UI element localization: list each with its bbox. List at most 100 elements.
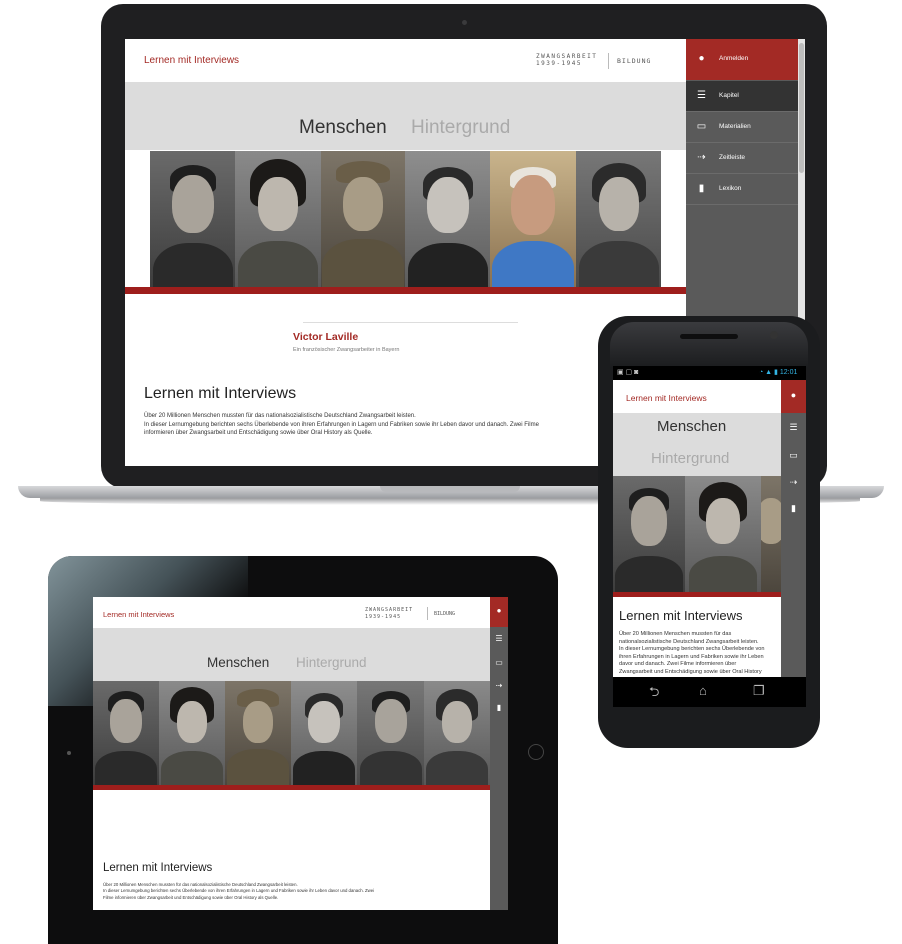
login-label: Anmelden bbox=[719, 55, 749, 62]
sidebar-item-label: Materialien bbox=[719, 123, 751, 130]
intro-text: Über 20 Millionen Menschen mussten für d… bbox=[103, 882, 383, 901]
intro-line1: Über 20 Millionen Menschen mussten für d… bbox=[619, 631, 759, 645]
sidebar-item-zeitleiste[interactable]: ⇢ Zeitleiste bbox=[686, 143, 798, 174]
menu-icon[interactable]: ☰ bbox=[781, 422, 806, 433]
featured-divider bbox=[303, 322, 518, 323]
logo-divider bbox=[427, 607, 428, 620]
scrollbar-thumb[interactable] bbox=[799, 43, 804, 173]
sidebar-item-label: Lexikon bbox=[719, 185, 742, 192]
logo-section-label: BILDUNG bbox=[434, 611, 456, 617]
portrait-strip bbox=[150, 151, 661, 287]
login-button[interactable]: ● Anmelden bbox=[686, 39, 798, 80]
laptop-notch bbox=[380, 486, 520, 492]
portrait-woman-1[interactable] bbox=[235, 151, 321, 287]
timeline-icon[interactable]: ⇢ bbox=[781, 477, 806, 488]
portrait-strip-red-bar bbox=[93, 785, 490, 790]
featured-person-subtitle: Ein französischer Zwangsarbeiter in Baye… bbox=[293, 347, 400, 353]
portrait-man-1[interactable] bbox=[93, 681, 159, 785]
intro-text: Über 20 Millionen Menschen mussten für d… bbox=[144, 412, 564, 438]
portrait-young-man[interactable] bbox=[357, 681, 424, 785]
portrait-man-1[interactable] bbox=[613, 476, 685, 592]
book-icon[interactable]: ▮ bbox=[781, 503, 806, 514]
logo-line2: 1939-1945 bbox=[365, 614, 402, 620]
folder-icon[interactable]: ▭ bbox=[490, 658, 508, 667]
portrait-soldier[interactable] bbox=[761, 476, 781, 592]
signal-icon: ◔ ▲ ▮ bbox=[759, 369, 780, 376]
portrait-strip bbox=[613, 476, 781, 592]
portrait-man-1[interactable] bbox=[150, 151, 235, 287]
portrait-strip-red-bar bbox=[125, 287, 686, 294]
intro-heading: Lernen mit Interviews bbox=[103, 862, 213, 874]
tablet-camera bbox=[67, 751, 71, 755]
android-nav-bar: ⮌ ⌂ ❐ bbox=[613, 677, 806, 707]
portrait-woman-1[interactable] bbox=[159, 681, 225, 785]
intro-line2: In dieser Lernumgebung berichten sechs Ü… bbox=[619, 646, 765, 677]
menu-icon: ☰ bbox=[697, 90, 706, 101]
sidebar-item-label: Kapitel bbox=[719, 92, 739, 99]
logo-line1: ZWANGSARBEIT bbox=[536, 53, 598, 60]
portrait-strip bbox=[93, 681, 490, 785]
tablet-screen: Lernen mit Interviews ZWANGSARBEIT 1939-… bbox=[93, 597, 508, 910]
user-icon: ● bbox=[698, 53, 705, 64]
recent-apps-icon[interactable]: ❐ bbox=[753, 683, 765, 699]
sidebar-item-lexikon[interactable]: ▮ Lexikon bbox=[686, 174, 798, 205]
phone-top-bezel bbox=[610, 322, 808, 368]
tab-bar bbox=[125, 82, 686, 150]
sidebar-item-materialien[interactable]: ▭ Materialien bbox=[686, 112, 798, 143]
intro-text: Über 20 Millionen Menschen mussten für d… bbox=[619, 631, 769, 677]
tab-hintergrund[interactable]: Hintergrund bbox=[411, 117, 510, 139]
portrait-elderly-man[interactable] bbox=[490, 151, 576, 287]
intro-line1: Über 20 Millionen Menschen mussten für d… bbox=[144, 413, 416, 419]
portrait-soldier[interactable] bbox=[321, 151, 405, 287]
sidebar-item-kapitel[interactable]: ☰ Kapitel bbox=[686, 81, 798, 112]
phone-screen: ▣ ▢ ◙ ◔ ▲ ▮ 12:01 Lernen mit Interviews … bbox=[613, 366, 806, 677]
timeline-icon[interactable]: ⇢ bbox=[490, 681, 508, 690]
site-brand-link[interactable]: Lernen mit Interviews bbox=[144, 55, 239, 66]
intro-line2: In dieser Lernumgebung berichten sechs Ü… bbox=[103, 888, 375, 900]
zwangsarbeit-logo[interactable]: ZWANGSARBEIT 1939-1945 bbox=[365, 607, 413, 621]
tab-menschen[interactable]: Menschen bbox=[207, 655, 269, 670]
intro-line2: In dieser Lernumgebung berichten sechs Ü… bbox=[144, 421, 539, 437]
portrait-soldier[interactable] bbox=[225, 681, 291, 785]
site-brand-link[interactable]: Lernen mit Interviews bbox=[103, 610, 174, 619]
portrait-woman-3[interactable] bbox=[576, 151, 661, 287]
portrait-woman-2[interactable] bbox=[291, 681, 357, 785]
tab-menschen[interactable]: Menschen bbox=[299, 117, 387, 139]
home-icon[interactable]: ⌂ bbox=[699, 683, 707, 698]
phone-camera bbox=[770, 331, 778, 339]
status-time: 12:01 bbox=[779, 369, 798, 376]
menu-icon[interactable]: ☰ bbox=[490, 634, 508, 643]
portrait-woman-3[interactable] bbox=[424, 681, 490, 785]
portrait-strip-red-bar bbox=[613, 592, 781, 597]
logo-line2: 1939-1945 bbox=[536, 60, 583, 67]
folder-icon[interactable]: ▭ bbox=[781, 450, 806, 461]
phone-speaker bbox=[680, 334, 738, 339]
back-icon[interactable]: ⮌ bbox=[649, 683, 659, 705]
tab-bar bbox=[93, 628, 490, 681]
intro-heading: Lernen mit Interviews bbox=[144, 385, 297, 402]
notification-icons: ▣ ▢ ◙ bbox=[617, 369, 639, 376]
folder-icon: ▭ bbox=[696, 121, 707, 132]
status-indicators: ◔ ▲ ▮ 12:01 bbox=[759, 368, 797, 376]
book-icon[interactable]: ▮ bbox=[490, 703, 508, 712]
tab-hintergrund[interactable]: Hintergrund bbox=[651, 450, 729, 467]
tab-menschen[interactable]: Menschen bbox=[657, 418, 726, 435]
logo-section-label: BILDUNG bbox=[617, 57, 652, 65]
featured-person-name[interactable]: Victor Laville bbox=[293, 331, 358, 343]
site-brand-link[interactable]: Lernen mit Interviews bbox=[626, 393, 707, 403]
logo-divider bbox=[608, 53, 609, 69]
sidebar-item-label: Zeitleiste bbox=[719, 154, 746, 161]
user-icon[interactable]: ● bbox=[490, 606, 508, 615]
logo-line1: ZWANGSARBEIT bbox=[365, 607, 414, 613]
timeline-icon: ⇢ bbox=[697, 152, 706, 163]
zwangsarbeit-logo[interactable]: ZWANGSARBEIT 1939-1945 bbox=[536, 53, 597, 67]
laptop-camera bbox=[462, 20, 467, 25]
portrait-woman-2[interactable] bbox=[405, 151, 490, 287]
tablet-home-button bbox=[528, 744, 544, 760]
portrait-woman-1[interactable] bbox=[685, 476, 761, 592]
intro-heading: Lernen mit Interviews bbox=[619, 608, 743, 623]
book-icon: ▮ bbox=[698, 183, 705, 194]
tab-hintergrund[interactable]: Hintergrund bbox=[296, 655, 367, 670]
user-icon[interactable]: ● bbox=[781, 390, 806, 400]
sidebar bbox=[490, 597, 508, 910]
